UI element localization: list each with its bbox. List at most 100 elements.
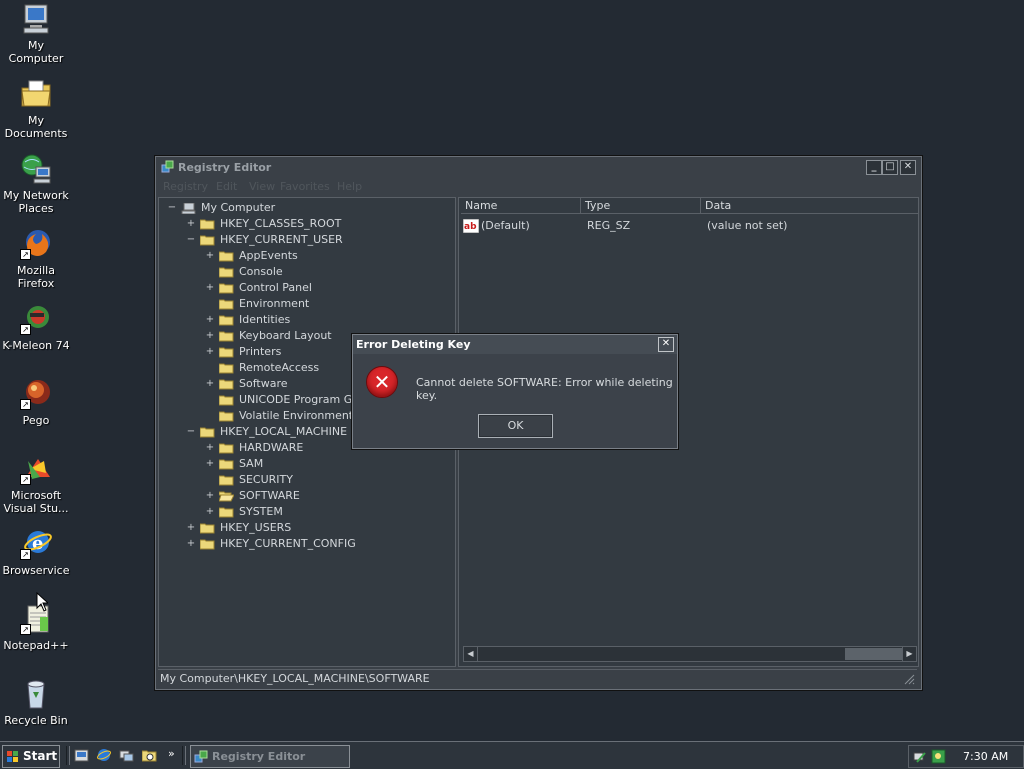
desktop-icon-label: Mozilla Firefox bbox=[17, 264, 55, 290]
window-title-bar[interactable]: Registry Editor _ □ ✕ bbox=[156, 157, 921, 177]
expand-icon[interactable]: + bbox=[205, 344, 215, 360]
collapse-icon[interactable]: − bbox=[186, 232, 196, 248]
tree-node-label: HKEY_CLASSES_ROOT bbox=[220, 217, 342, 230]
folder-icon bbox=[200, 219, 215, 230]
expand-icon[interactable]: + bbox=[205, 328, 215, 344]
menu-favorites[interactable]: Favorites bbox=[280, 180, 330, 193]
tray-app-icon[interactable] bbox=[931, 749, 946, 764]
tree-node-label: SECURITY bbox=[239, 473, 293, 486]
scroll-left-button[interactable]: ◀ bbox=[464, 647, 478, 661]
column-header-name[interactable]: Name bbox=[461, 198, 581, 214]
expand-icon[interactable]: + bbox=[205, 504, 215, 520]
error-dialog[interactable]: Error Deleting Key ✕ ✕ Cannot delete SOF… bbox=[352, 334, 678, 449]
menu-edit[interactable]: Edit bbox=[216, 180, 237, 193]
desktop-icon-recycle-bin[interactable]: Recycle Bin bbox=[0, 678, 72, 727]
expand-icon[interactable]: + bbox=[186, 520, 196, 536]
expand-icon[interactable]: + bbox=[205, 376, 215, 392]
expand-icon[interactable]: + bbox=[205, 488, 215, 504]
folder-icon bbox=[200, 235, 215, 246]
folder-icon bbox=[219, 315, 234, 326]
folder-icon bbox=[219, 475, 234, 486]
desktop-icon-my-documents[interactable]: My Documents bbox=[0, 78, 72, 140]
desktop-icon-firefox[interactable]: ↗ Mozilla Firefox bbox=[0, 228, 72, 290]
registry-editor-icon bbox=[194, 750, 208, 763]
tree-node-label: Software bbox=[239, 377, 288, 390]
show-desktop-icon[interactable] bbox=[74, 748, 89, 763]
taskbar: Start » Registry Editor 7:30 AM bbox=[0, 741, 1024, 769]
resize-grip-icon[interactable] bbox=[903, 673, 915, 685]
windows-flag-icon bbox=[7, 751, 18, 762]
internet-explorer-icon: e ↗ bbox=[20, 528, 52, 560]
tray-network-icon[interactable] bbox=[913, 749, 928, 764]
menu-bar: Registry Edit View Favorites Help bbox=[156, 178, 921, 194]
scroll-right-button[interactable]: ▶ bbox=[902, 647, 916, 661]
computer-icon bbox=[181, 203, 196, 214]
computer-icon bbox=[20, 3, 52, 35]
desktop-icon-network-places[interactable]: My Network Places bbox=[0, 153, 72, 215]
folder-icon bbox=[219, 395, 234, 406]
desktop-icon-label: Recycle Bin bbox=[4, 714, 68, 727]
desktop-icon-label: K-Meleon 74 bbox=[2, 339, 70, 352]
tree-node-label: HKEY_CURRENT_USER bbox=[220, 233, 343, 246]
folder-icon bbox=[219, 283, 234, 294]
value-data: (value not set) bbox=[707, 219, 788, 232]
expand-icon[interactable]: + bbox=[205, 312, 215, 328]
close-button[interactable]: ✕ bbox=[900, 160, 916, 175]
documents-folder-icon bbox=[20, 78, 52, 110]
tree-node-label: SAM bbox=[239, 457, 264, 470]
dialog-close-button[interactable]: ✕ bbox=[658, 337, 674, 352]
error-message: Cannot delete SOFTWARE: Error while dele… bbox=[416, 376, 673, 402]
ok-button[interactable]: OK bbox=[478, 414, 553, 438]
shortcut-arrow-icon: ↗ bbox=[20, 249, 31, 260]
column-header-type[interactable]: Type bbox=[581, 198, 701, 214]
folder-icon bbox=[219, 299, 234, 310]
desktop-icon-k-meleon[interactable]: ↗ K-Meleon 74 bbox=[0, 303, 72, 352]
folder-icon bbox=[219, 379, 234, 390]
desktop-icon-visual-studio[interactable]: ↗ Microsoft Visual Stu... bbox=[0, 453, 72, 515]
desktop-icon-label: My Network Places bbox=[3, 189, 69, 215]
maximize-button[interactable]: □ bbox=[882, 160, 898, 175]
dialog-title-bar[interactable]: Error Deleting Key ✕ bbox=[353, 335, 677, 354]
scroll-thumb[interactable] bbox=[845, 648, 903, 660]
desktop-icon-label: Microsoft Visual Stu... bbox=[3, 489, 69, 515]
visual-studio-icon: ↗ bbox=[20, 453, 52, 485]
taskbar-button-registry-editor[interactable]: Registry Editor bbox=[190, 745, 350, 768]
internet-explorer-icon[interactable] bbox=[97, 748, 112, 763]
expand-icon[interactable]: + bbox=[205, 456, 215, 472]
folder-icon bbox=[219, 411, 234, 422]
expand-icon[interactable]: + bbox=[205, 280, 215, 296]
tree-node-label: Environment bbox=[239, 297, 310, 310]
folder-icon bbox=[200, 427, 215, 438]
quicklaunch-overflow-icon[interactable]: » bbox=[168, 747, 175, 760]
menu-help[interactable]: Help bbox=[337, 180, 362, 193]
collapse-icon[interactable]: − bbox=[167, 200, 177, 216]
expand-icon[interactable]: + bbox=[186, 216, 196, 232]
desktop-icon-pego[interactable]: ↗ Pego bbox=[0, 378, 72, 427]
column-header-data[interactable]: Data bbox=[701, 198, 918, 214]
folder-icon bbox=[219, 267, 234, 278]
expand-icon[interactable]: + bbox=[205, 248, 215, 264]
folder-icon bbox=[200, 523, 215, 534]
minimize-button[interactable]: _ bbox=[866, 160, 882, 175]
tree-node-label: My Computer bbox=[201, 201, 276, 214]
status-path: My Computer\HKEY_LOCAL_MACHINE\SOFTWARE bbox=[160, 672, 430, 685]
start-button[interactable]: Start bbox=[2, 745, 60, 768]
expand-icon[interactable]: + bbox=[186, 536, 196, 552]
network-icon[interactable] bbox=[119, 748, 134, 763]
expand-icon[interactable]: + bbox=[205, 440, 215, 456]
pego-icon: ↗ bbox=[20, 378, 52, 410]
tree-node-label: SYSTEM bbox=[239, 505, 283, 518]
tree-node-label: Console bbox=[239, 265, 283, 278]
taskbar-button-label: Registry Editor bbox=[212, 750, 306, 763]
desktop-icon-browservice[interactable]: e ↗ Browservice bbox=[0, 528, 72, 577]
collapse-icon[interactable]: − bbox=[186, 424, 196, 440]
horizontal-scrollbar[interactable]: ◀ ▶ bbox=[463, 646, 917, 662]
desktop-icon-my-computer[interactable]: My Computer bbox=[0, 3, 72, 65]
search-folder-icon[interactable] bbox=[142, 748, 157, 763]
status-bar: My Computer\HKEY_LOCAL_MACHINE\SOFTWARE bbox=[158, 669, 917, 687]
menu-view[interactable]: View bbox=[249, 180, 275, 193]
folder-icon bbox=[219, 363, 234, 374]
folder-icon bbox=[200, 539, 215, 550]
menu-registry[interactable]: Registry bbox=[163, 180, 208, 193]
shortcut-arrow-icon: ↗ bbox=[20, 324, 31, 335]
